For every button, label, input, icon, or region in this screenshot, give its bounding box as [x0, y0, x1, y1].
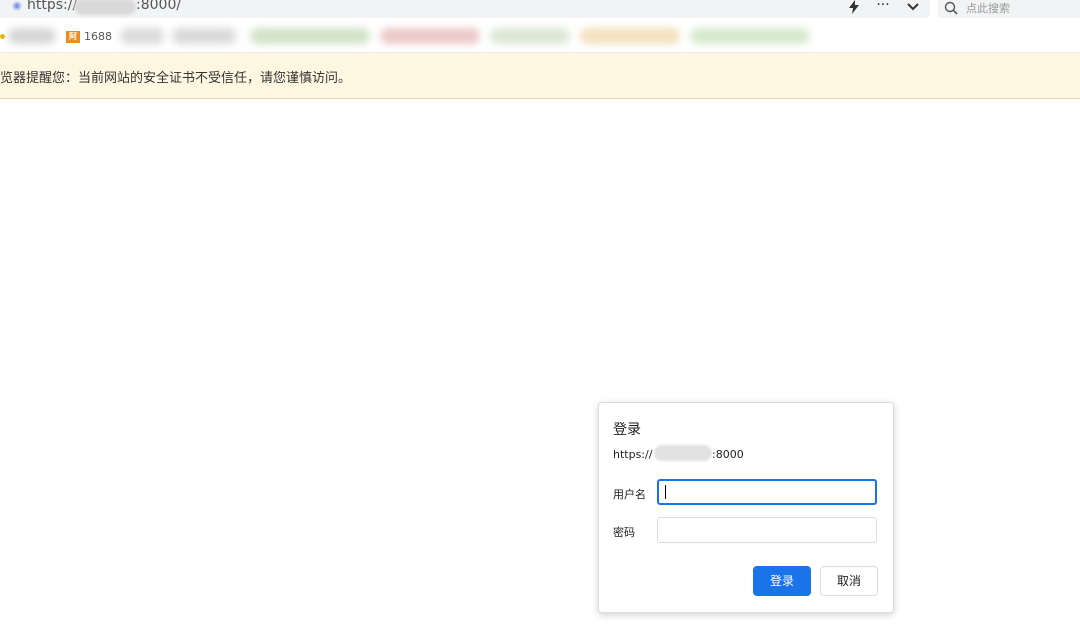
1688-logo-icon: 阿里 — [66, 31, 80, 53]
security-warning-banner: 览器提醒您：当前网站的安全证书不受信任，请您谨慎访问。 — [0, 53, 1080, 99]
search-box[interactable]: 点此搜索 — [938, 0, 1080, 18]
password-field[interactable] — [657, 517, 877, 543]
username-label: 用户名 — [613, 488, 646, 501]
url-prefix: https:// — [27, 0, 78, 13]
dialog-title: 登录 — [613, 422, 641, 438]
blurred-bookmark[interactable] — [580, 28, 680, 44]
lightning-icon[interactable] — [843, 0, 865, 16]
warning-text: 览器提醒您：当前网站的安全证书不受信任，请您谨慎访问。 — [0, 71, 352, 86]
url-redacted-host — [74, 0, 136, 15]
site-info-icon[interactable] — [12, 1, 22, 11]
cancel-button[interactable]: 取消 — [820, 566, 878, 596]
bookmarks-bar: 阿里 1688 — [0, 20, 1080, 53]
search-placeholder: 点此搜索 — [966, 2, 1010, 15]
password-label: 密码 — [613, 526, 635, 539]
url-field[interactable]: https:// :8000/ — [0, 0, 930, 18]
login-dialog: 登录 https:// :8000 用户名 密码 登录 取消 — [598, 402, 894, 613]
text-caret — [665, 485, 666, 499]
dialog-url-suffix: :8000 — [712, 448, 744, 461]
chevron-down-icon[interactable] — [902, 0, 924, 16]
url-suffix: :8000/ — [136, 0, 182, 13]
dialog-url-prefix: https:// — [613, 448, 653, 461]
blurred-bookmark[interactable] — [120, 28, 164, 44]
address-bar: https:// :8000/ ··· 点此搜索 — [0, 0, 1080, 20]
dialog-url-redacted-host — [654, 445, 712, 461]
more-button[interactable]: ··· — [872, 0, 894, 14]
bookmark-1688[interactable]: 1688 — [84, 30, 112, 43]
blurred-bookmark[interactable] — [380, 28, 480, 44]
blurred-bookmark[interactable] — [490, 28, 570, 44]
bookmark-favicon[interactable] — [0, 34, 5, 39]
blurred-bookmark[interactable] — [172, 28, 236, 44]
blurred-bookmark[interactable] — [690, 28, 810, 44]
username-field[interactable] — [657, 479, 877, 505]
blurred-bookmark[interactable] — [250, 28, 370, 44]
search-icon — [944, 1, 958, 15]
login-button[interactable]: 登录 — [753, 566, 811, 596]
blurred-bookmark[interactable] — [8, 28, 56, 44]
